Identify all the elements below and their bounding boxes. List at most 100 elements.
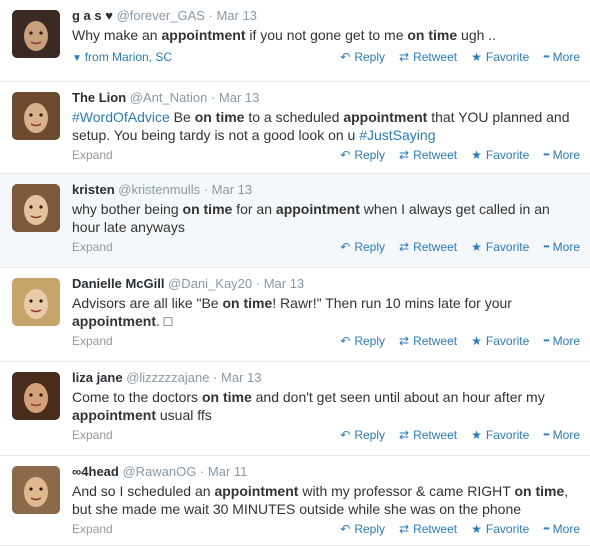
reply-arrow-icon: ↶ [340, 50, 351, 64]
timestamp[interactable]: Mar 13 [212, 182, 252, 197]
expand-link[interactable]: Expand [72, 522, 113, 536]
favorite-button[interactable]: ★ Favorite [471, 522, 529, 536]
tweet-item[interactable]: The Lion @Ant_Nation · Mar 13 #WordOfAdvi… [0, 82, 590, 174]
avatar[interactable] [12, 184, 60, 232]
highlighted-keyword: appointment [343, 109, 428, 125]
fullname[interactable]: kristen [72, 182, 115, 197]
tweet-text: Come to the doctors on time and don't ge… [72, 388, 580, 424]
tweet-text: why bother being on time for an appointm… [72, 200, 580, 236]
expand-link[interactable]: Expand [72, 240, 113, 254]
tweet-actions: ↶ Reply ⇄ Retweet ★ Favorite ••• More [326, 240, 580, 254]
fullname[interactable]: Danielle McGill [72, 276, 164, 291]
reply-button[interactable]: ↶ Reply [340, 428, 385, 442]
more-button-label: More [552, 50, 580, 64]
retweet-button[interactable]: ⇄ Retweet [399, 522, 457, 536]
retweet-icon: ⇄ [399, 522, 410, 536]
more-button[interactable]: ••• More [543, 522, 580, 536]
reply-button[interactable]: ↶ Reply [340, 240, 385, 254]
retweet-button[interactable]: ⇄ Retweet [399, 428, 457, 442]
favorite-button[interactable]: ★ Favorite [471, 428, 529, 442]
dots-icon: ••• [543, 524, 549, 533]
separator-dot: · [196, 464, 208, 479]
tweet-text-fragment: to a scheduled [244, 109, 344, 125]
reply-button[interactable]: ↶ Reply [340, 50, 385, 64]
retweet-button-label: Retweet [413, 50, 458, 64]
highlighted-keyword: appointment [214, 483, 299, 499]
tweet-text-fragment: and don't get seen until about an hour a… [251, 389, 545, 405]
tweet-item[interactable]: kristen @kristenmulls · Mar 13 why bother… [0, 174, 590, 268]
retweet-button[interactable]: ⇄ Retweet [399, 334, 457, 348]
favorite-button[interactable]: ★ Favorite [471, 334, 529, 348]
expand-link[interactable]: Expand [72, 334, 113, 348]
highlighted-keyword: on time [222, 295, 273, 311]
dots-icon: ••• [543, 52, 549, 61]
fullname[interactable]: ∞4head [72, 464, 119, 479]
more-button[interactable]: ••• More [543, 50, 580, 64]
star-icon: ★ [471, 522, 482, 536]
favorite-button[interactable]: ★ Favorite [471, 240, 529, 254]
favorite-button-label: Favorite [485, 50, 530, 64]
retweet-button-label: Retweet [413, 148, 458, 162]
favorite-button[interactable]: ★ Favorite [471, 50, 529, 64]
username[interactable]: @RawanOG [122, 464, 196, 479]
more-button[interactable]: ••• More [543, 240, 580, 254]
timestamp[interactable]: Mar 13 [219, 90, 259, 105]
tweet-item[interactable]: ∞4head @RawanOG · Mar 11 And so I schedul… [0, 456, 590, 546]
avatar[interactable] [12, 278, 60, 326]
hashtag-link[interactable]: #JustSaying [359, 127, 435, 143]
retweet-button[interactable]: ⇄ Retweet [399, 240, 457, 254]
username[interactable]: @kristenmulls [118, 182, 200, 197]
retweet-button[interactable]: ⇄ Retweet [399, 50, 457, 64]
tweet-item[interactable]: g a s ♥ @forever_GAS · Mar 13 Why make an… [0, 0, 590, 82]
tweet-item[interactable]: liza jane @lizzzzzajane · Mar 13 Come to … [0, 362, 590, 456]
highlighted-keyword: on time [407, 27, 458, 43]
more-button[interactable]: ••• More [543, 428, 580, 442]
tweet-item[interactable]: Danielle McGill @Dani_Kay20 · Mar 13 Advi… [0, 268, 590, 362]
reply-button[interactable]: ↶ Reply [340, 522, 385, 536]
reply-button-label: Reply [354, 334, 386, 348]
fullname[interactable]: liza jane [72, 370, 123, 385]
dots-icon: ••• [543, 430, 549, 439]
username[interactable]: @lizzzzzajane [126, 370, 209, 385]
retweet-button[interactable]: ⇄ Retweet [399, 148, 457, 162]
timestamp[interactable]: Mar 13 [221, 370, 261, 385]
reply-button[interactable]: ↶ Reply [340, 148, 385, 162]
tweet-text: And so I scheduled an appointment with m… [72, 482, 580, 518]
tweet-text-fragment: . □ [156, 313, 173, 329]
timestamp[interactable]: Mar 11 [208, 464, 248, 479]
location-pin-icon: ▼ [72, 53, 85, 64]
avatar[interactable] [12, 10, 60, 58]
avatar[interactable] [12, 466, 60, 514]
more-button[interactable]: ••• More [543, 334, 580, 348]
favorite-button[interactable]: ★ Favorite [471, 148, 529, 162]
more-button-label: More [552, 334, 580, 348]
username[interactable]: @forever_GAS [117, 8, 205, 23]
retweet-icon: ⇄ [399, 50, 410, 64]
avatar[interactable] [12, 372, 60, 420]
tweet-text-fragment: with my professor & came RIGHT [298, 483, 515, 499]
more-button[interactable]: ••• More [543, 148, 580, 162]
reply-button-label: Reply [354, 428, 386, 442]
fullname[interactable]: g a s ♥ [72, 8, 113, 23]
avatar[interactable] [12, 92, 60, 140]
retweet-button-label: Retweet [413, 240, 458, 254]
reply-arrow-icon: ↶ [340, 240, 351, 254]
expand-link[interactable]: Expand [72, 428, 113, 442]
highlighted-keyword: appointment [275, 201, 360, 217]
expand-link[interactable]: Expand [72, 148, 113, 162]
tweet-text-fragment: why bother being [72, 201, 183, 217]
timestamp[interactable]: Mar 13 [264, 276, 304, 291]
tweet-text-fragment: usual ffs [156, 407, 212, 423]
timestamp[interactable]: Mar 13 [217, 8, 257, 23]
tweet-actions: ↶ Reply ⇄ Retweet ★ Favorite ••• More [326, 50, 580, 64]
location-link[interactable]: ▼ from Marion, SC [72, 50, 172, 64]
username[interactable]: @Dani_Kay20 [168, 276, 252, 291]
tweet-text-fragment: ! Rawr!" Then run 10 mins late for your [272, 295, 512, 311]
separator-dot: · [200, 182, 212, 197]
reply-button[interactable]: ↶ Reply [340, 334, 385, 348]
fullname[interactable]: The Lion [72, 90, 126, 105]
hashtag-link[interactable]: #WordOfAdvice [72, 109, 170, 125]
dots-icon: ••• [543, 242, 549, 251]
tweet-header: liza jane @lizzzzzajane · Mar 13 [72, 369, 580, 386]
username[interactable]: @Ant_Nation [130, 90, 208, 105]
